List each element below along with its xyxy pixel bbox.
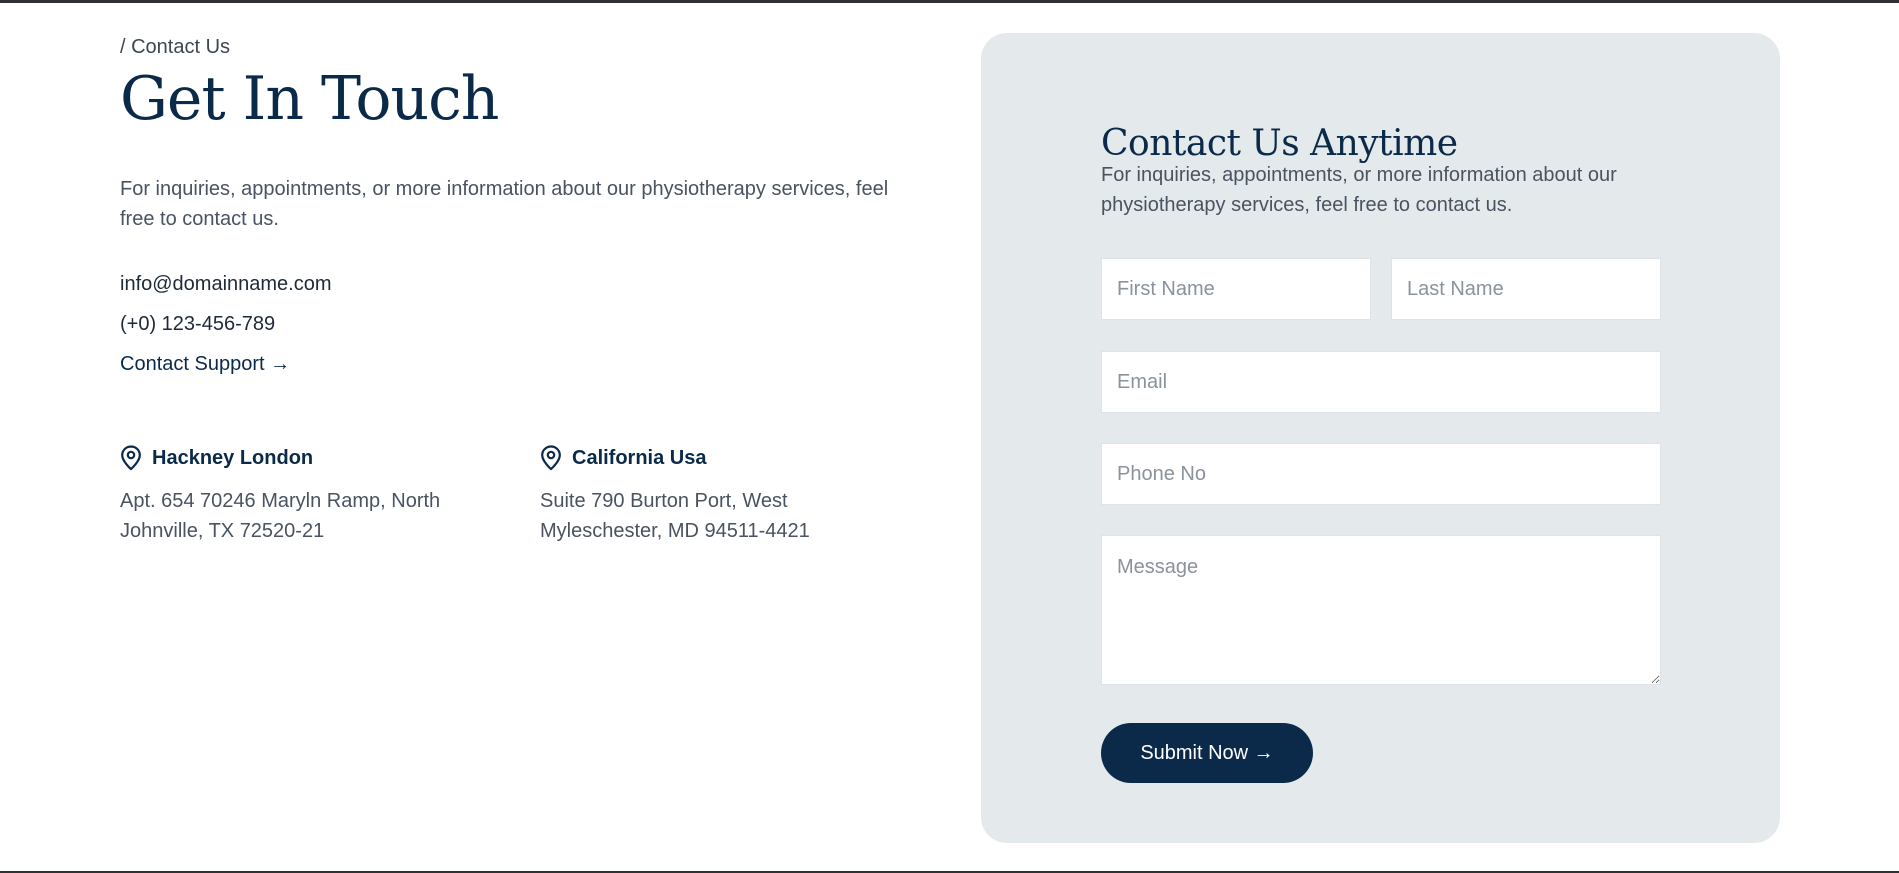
message-textarea[interactable] <box>1101 535 1661 685</box>
email-input[interactable] <box>1101 351 1661 413</box>
location-header: California Usa <box>540 444 900 472</box>
page-title: Get In Touch <box>120 64 499 134</box>
contact-support-link[interactable]: Contact Support → <box>120 344 332 384</box>
contact-form-card: Contact Us Anytime For inquiries, appoin… <box>981 33 1780 843</box>
breadcrumb[interactable]: / Contact Us <box>120 36 230 59</box>
location-california-usa: California Usa Suite 790 Burton Port, We… <box>540 444 900 546</box>
submit-button[interactable]: Submit Now → <box>1101 723 1313 783</box>
map-pin-icon <box>540 445 562 471</box>
map-pin-icon <box>120 445 142 471</box>
email-link[interactable]: info@domainname.com <box>120 264 332 304</box>
location-name: California Usa <box>572 446 707 469</box>
location-address: Apt. 654 70246 Maryln Ramp, North Johnvi… <box>120 490 441 542</box>
location-hackney-london: Hackney London Apt. 654 70246 Maryln Ram… <box>120 444 480 546</box>
phone-input[interactable] <box>1101 443 1661 505</box>
location-name: Hackney London <box>152 446 314 469</box>
intro-text: For inquiries, appointments, or more inf… <box>120 178 889 230</box>
form-title: Contact Us Anytime <box>1101 123 1458 164</box>
first-name-input[interactable] <box>1101 258 1371 320</box>
location-address: Suite 790 Burton Port, West Myleschester… <box>540 490 810 542</box>
top-border <box>0 0 1899 3</box>
location-header: Hackney London <box>120 444 480 472</box>
last-name-input[interactable] <box>1391 258 1661 320</box>
form-intro: For inquiries, appointments, or more inf… <box>1101 164 1617 216</box>
contact-details: info@domainname.com (+0) 123-456-789 Con… <box>120 264 332 384</box>
phone-link[interactable]: (+0) 123-456-789 <box>120 304 332 344</box>
